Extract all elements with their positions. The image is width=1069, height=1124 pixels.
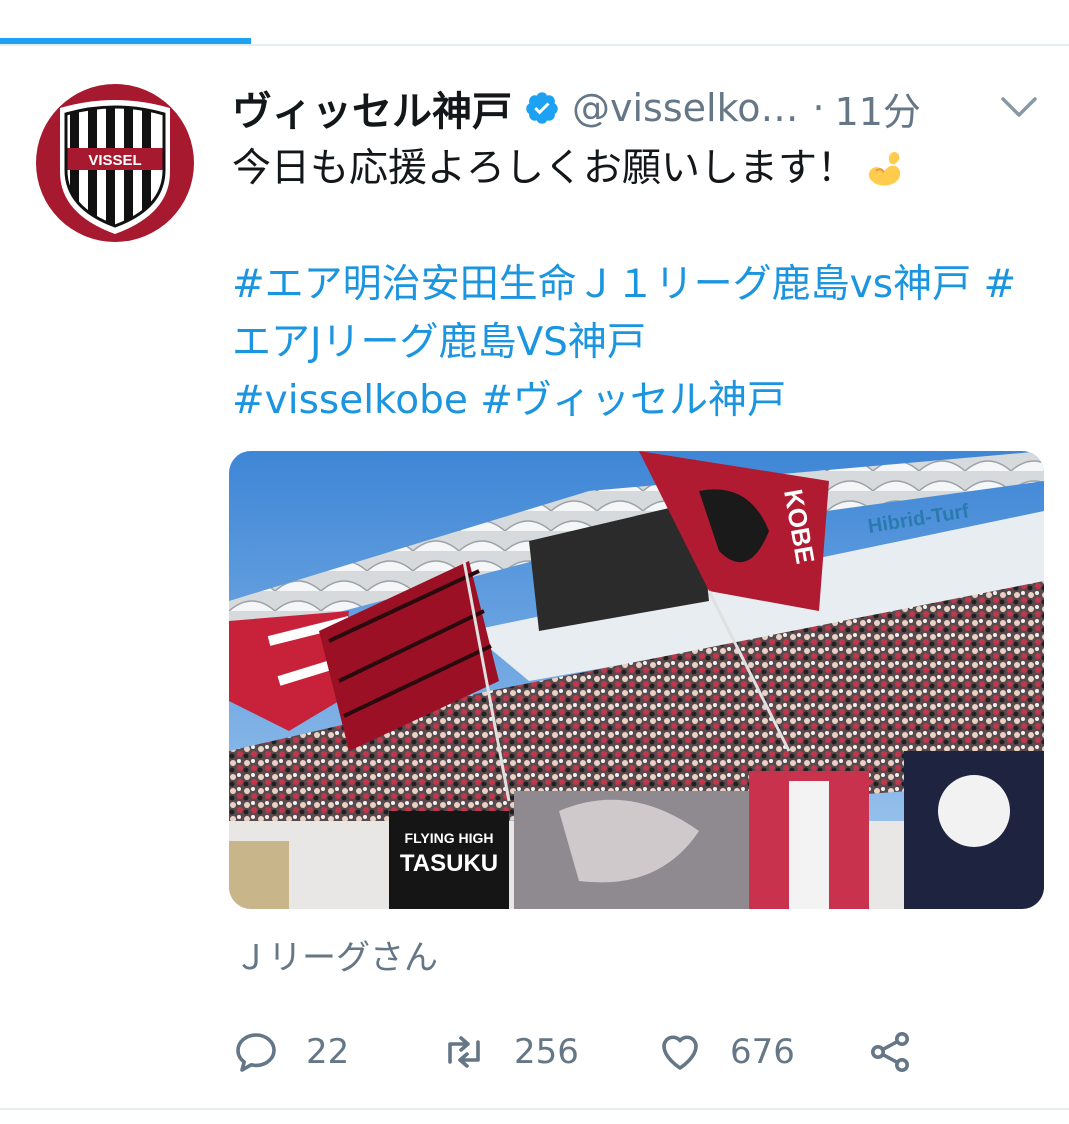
media-caption: Ｊリーグさん (234, 938, 438, 978)
timestamp[interactable]: 11分 (835, 81, 921, 136)
tweet-media-image[interactable]: Hibrid-Turf KOBE FLYING HIGH TASUKU (229, 451, 1044, 909)
like-icon (662, 1035, 698, 1070)
share-button[interactable] (866, 1022, 914, 1082)
hashtag-link[interactable]: #エア明治安田生命Ｊ１リーグ鹿島vs神戸 (232, 262, 971, 307)
hashtags-block: #エア明治安田生命Ｊ１リーグ鹿島vs神戸 #エアJリーグ鹿島VS神戸 #viss… (232, 256, 1042, 430)
separator-dot: · (812, 86, 825, 130)
bottom-divider (0, 1108, 1069, 1110)
stadium-crowd-photo: Hibrid-Turf KOBE FLYING HIGH TASUKU (229, 451, 1044, 909)
hashtag-link[interactable]: #visselkobe (232, 378, 468, 423)
tweet-actions: 22 256 676 (232, 1022, 1032, 1082)
vissel-crest-logo: VISSEL (60, 100, 170, 234)
like-button[interactable]: 676 (656, 1022, 795, 1082)
svg-text:VISSEL: VISSEL (88, 152, 141, 169)
share-icon (871, 1032, 909, 1072)
like-count: 676 (730, 1032, 795, 1072)
retweet-button[interactable]: 256 (440, 1022, 579, 1082)
tweet-text: 今日も応援よろしくお願いします！ #エア明治安田生命Ｊ１リーグ鹿島vs神戸 #エ… (232, 140, 1042, 430)
svg-text:TASUKU: TASUKU (400, 850, 498, 877)
user-handle[interactable]: @visselko… (572, 86, 798, 130)
display-name[interactable]: ヴィッセル神戸 (232, 79, 512, 137)
tweet-header: ヴィッセル神戸 @visselko… · 11分 (232, 78, 1039, 138)
top-divider (0, 44, 1069, 46)
tweet-text-line: 今日も応援よろしくお願いします！ (232, 140, 1042, 198)
avatar[interactable]: VISSEL (36, 84, 194, 242)
retweet-icon (448, 1036, 480, 1068)
hashtag-link[interactable]: #ヴィッセル神戸 (480, 378, 786, 423)
flexed-biceps-emoji (868, 151, 901, 186)
verified-badge-icon (526, 92, 558, 124)
retweet-count: 256 (514, 1032, 579, 1072)
svg-text:FLYING HIGH: FLYING HIGH (405, 830, 494, 846)
reply-icon (236, 1033, 276, 1072)
chevron-down-icon[interactable] (999, 94, 1039, 120)
reply-count: 22 (306, 1032, 350, 1072)
reply-button[interactable]: 22 (232, 1022, 349, 1082)
